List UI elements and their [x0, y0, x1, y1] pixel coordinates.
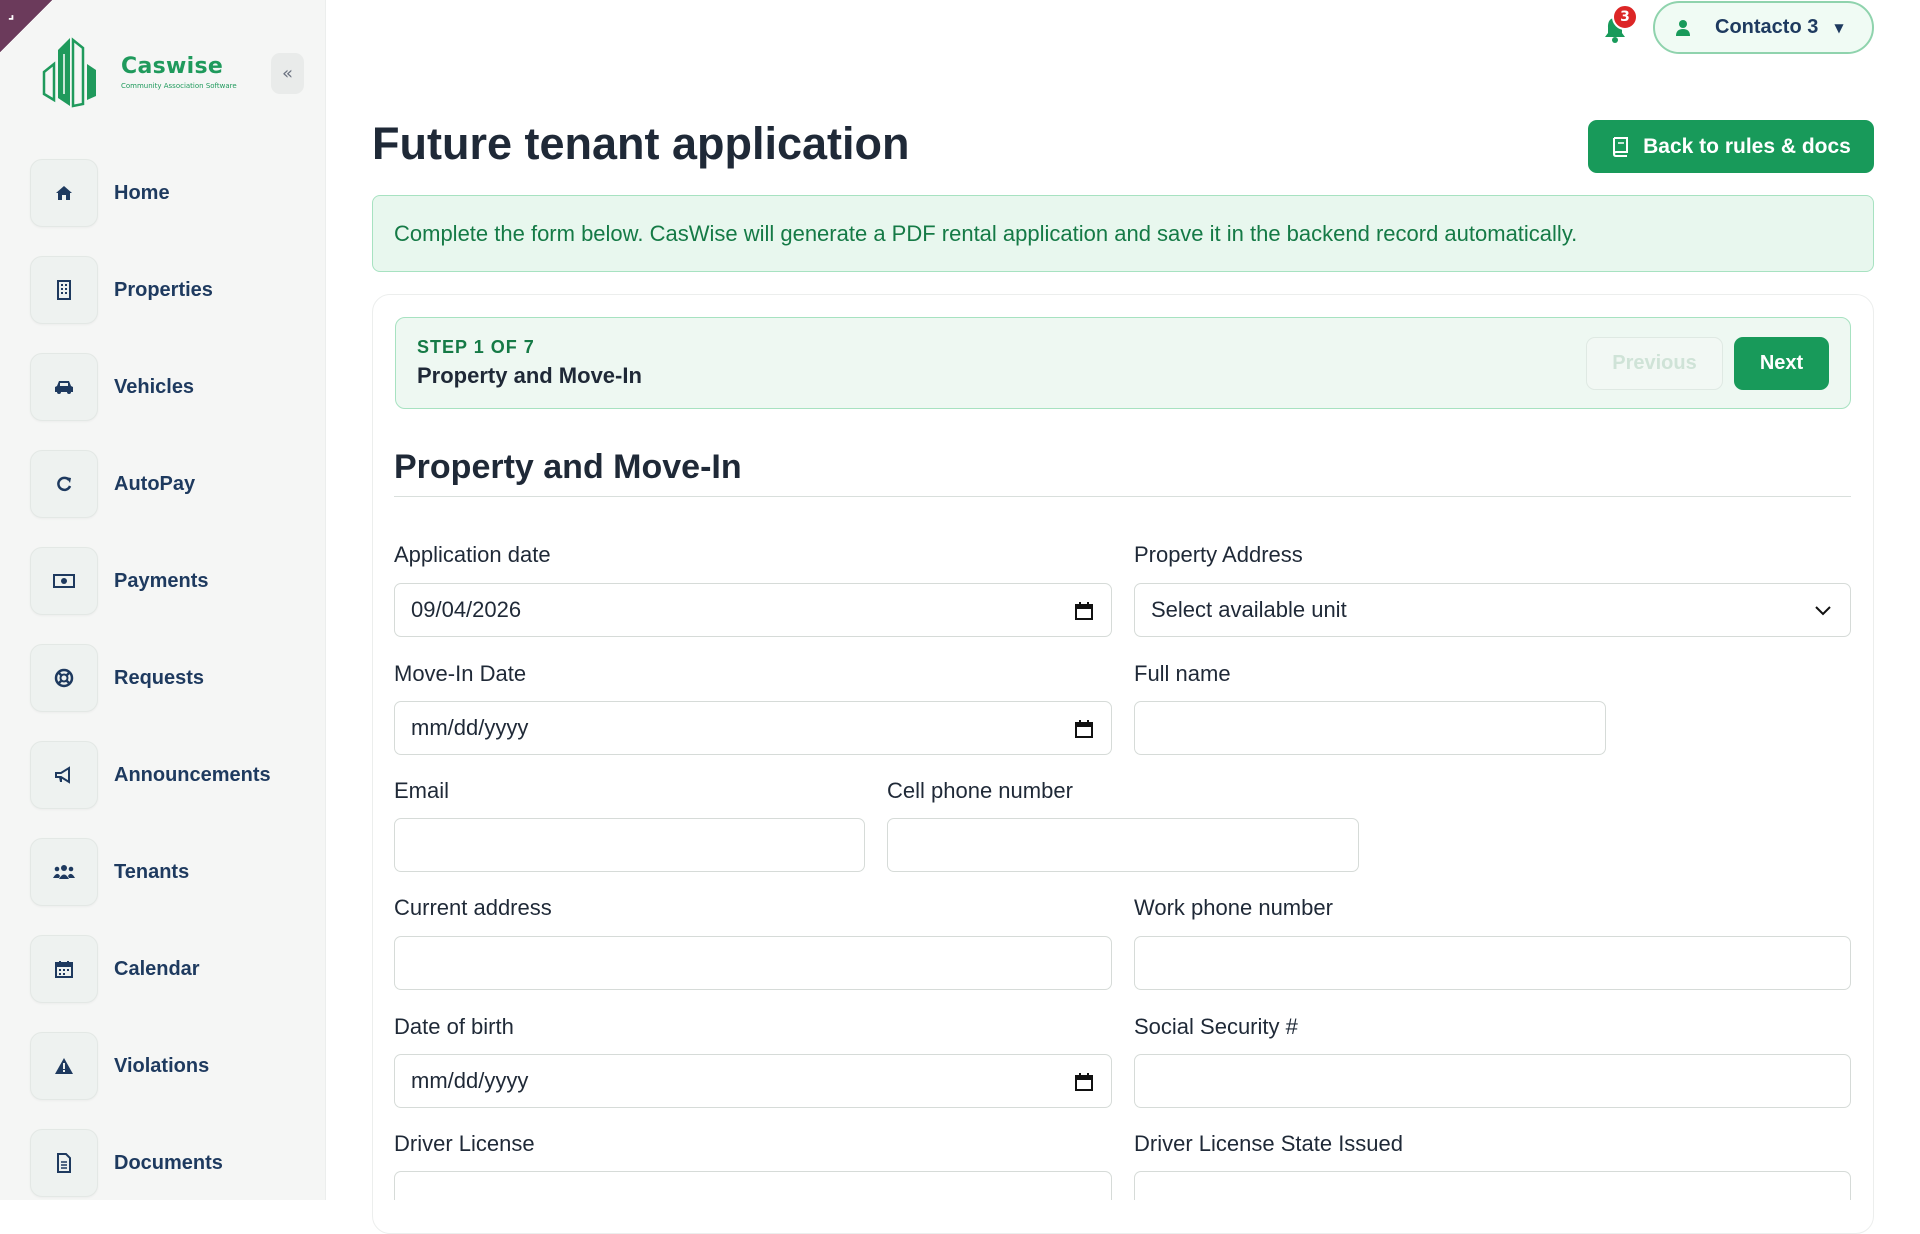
sidebar-item-announcements[interactable]: Announcements: [30, 741, 320, 809]
date-of-birth-label: Date of birth: [394, 1014, 514, 1039]
sidebar-item-properties[interactable]: Properties: [30, 256, 320, 324]
stepper-header: STEP 1 OF 7 Property and Move-In Previou…: [395, 317, 1851, 409]
sidebar-item-autopay[interactable]: AutoPay: [30, 450, 320, 518]
previous-button[interactable]: Previous: [1586, 337, 1723, 390]
users-icon: [30, 838, 98, 906]
dl-state-input[interactable]: [1134, 1171, 1851, 1200]
sidebar-item-requests[interactable]: Requests: [30, 644, 320, 712]
property-address-value: Select available unit: [1151, 597, 1347, 622]
sidebar-item-documents[interactable]: Documents: [30, 1129, 320, 1197]
megaphone-icon: [30, 741, 98, 809]
sidebar-item-tenants[interactable]: Tenants: [30, 838, 320, 906]
brand-name: Caswise: [121, 54, 224, 79]
brand-logo[interactable]: Caswise Community Association Software: [40, 34, 280, 114]
property-address-label: Property Address: [1134, 542, 1303, 567]
section-divider: [394, 496, 1851, 497]
calendar-icon: [30, 935, 98, 1003]
sidebar-item-label: Home: [114, 181, 170, 204]
sidebar-item-label: Requests: [114, 666, 205, 689]
cell-phone-label: Cell phone number: [887, 778, 1073, 803]
corner-ribbon: ⌟: [0, 0, 52, 52]
notification-count-badge: 3: [1612, 4, 1638, 30]
sidebar-item-payments[interactable]: Payments: [30, 547, 320, 615]
next-button[interactable]: Next: [1734, 337, 1829, 390]
application-date-input[interactable]: 09/04/2026: [394, 583, 1112, 637]
chevron-down-icon: [1815, 606, 1831, 616]
ssn-label: Social Security #: [1134, 1014, 1298, 1039]
double-chevron-left-icon: «: [281, 63, 293, 84]
calendar-picker-icon[interactable]: [1075, 601, 1093, 621]
user-menu-button[interactable]: Contacto 3 ▼: [1653, 1, 1874, 54]
document-icon: [30, 1129, 98, 1197]
corner-mark-icon: ⌟: [8, 6, 15, 22]
sidebar-item-label: Tenants: [114, 860, 190, 883]
move-in-date-label: Move-In Date: [394, 661, 527, 686]
building-icon: [30, 256, 98, 324]
ssn-input[interactable]: [1134, 1054, 1851, 1108]
dl-state-label: Driver License State Issued: [1134, 1131, 1404, 1156]
sidebar-item-label: Payments: [114, 569, 209, 592]
collapse-sidebar-button[interactable]: «: [271, 53, 304, 94]
info-banner: Complete the form below. CasWise will ge…: [372, 195, 1874, 272]
user-icon: [1676, 19, 1690, 36]
money-icon: [30, 547, 98, 615]
section-title: Property and Move-In: [394, 448, 742, 486]
email-input[interactable]: [394, 818, 865, 872]
move-in-date-input[interactable]: mm/dd/yyyy: [394, 701, 1112, 755]
driver-license-input[interactable]: [394, 1171, 1112, 1200]
move-in-date-placeholder: mm/dd/yyyy: [411, 715, 529, 740]
warning-icon: [30, 1032, 98, 1100]
current-address-label: Current address: [394, 895, 552, 920]
page-title: Future tenant application: [372, 118, 910, 169]
full-name-label: Full name: [1134, 661, 1231, 686]
sidebar-item-label: Calendar: [114, 957, 200, 980]
car-icon: [30, 353, 98, 421]
sidebar-item-label: AutoPay: [114, 472, 196, 495]
current-address-input[interactable]: [394, 936, 1112, 990]
application-date-value: 09/04/2026: [411, 597, 522, 622]
property-address-select[interactable]: Select available unit: [1134, 583, 1851, 637]
sidebar-item-violations[interactable]: Violations: [30, 1032, 320, 1100]
home-icon: [30, 159, 98, 227]
refresh-icon: [30, 450, 98, 518]
sidebar-item-label: Vehicles: [114, 375, 195, 398]
brand-tagline: Community Association Software: [121, 82, 237, 90]
date-of-birth-placeholder: mm/dd/yyyy: [411, 1068, 529, 1093]
full-name-input[interactable]: [1134, 701, 1606, 755]
sidebar-item-calendar[interactable]: Calendar: [30, 935, 320, 1003]
sidebar-item-vehicles[interactable]: Vehicles: [30, 353, 320, 421]
step-title: Property and Move-In: [417, 363, 642, 388]
caret-down-icon: ▼: [1834, 20, 1844, 35]
sidebar-item-label: Properties: [114, 278, 213, 301]
book-icon: [1613, 136, 1629, 157]
sidebar-item-label: Documents: [114, 1151, 223, 1174]
email-label: Email: [394, 778, 450, 803]
lifebuoy-icon: [30, 644, 98, 712]
application-date-label: Application date: [394, 542, 551, 567]
step-counter: STEP 1 OF 7: [417, 337, 535, 357]
driver-license-label: Driver License: [394, 1131, 535, 1156]
user-name: Contacto 3: [1715, 16, 1819, 38]
calendar-picker-icon[interactable]: [1075, 1072, 1093, 1092]
back-to-rules-button[interactable]: Back to rules & docs: [1588, 120, 1874, 173]
cell-phone-input[interactable]: [887, 818, 1359, 872]
calendar-picker-icon[interactable]: [1075, 719, 1093, 739]
sidebar-item-home[interactable]: Home: [30, 159, 320, 227]
sidebar-item-label: Violations: [114, 1054, 210, 1077]
work-phone-label: Work phone number: [1134, 895, 1333, 920]
work-phone-input[interactable]: [1134, 936, 1851, 990]
back-to-rules-label: Back to rules & docs: [1643, 134, 1851, 158]
date-of-birth-input[interactable]: mm/dd/yyyy: [394, 1054, 1112, 1108]
sidebar: Caswise Community Association Software «…: [0, 0, 326, 1200]
sidebar-item-label: Announcements: [114, 763, 271, 786]
